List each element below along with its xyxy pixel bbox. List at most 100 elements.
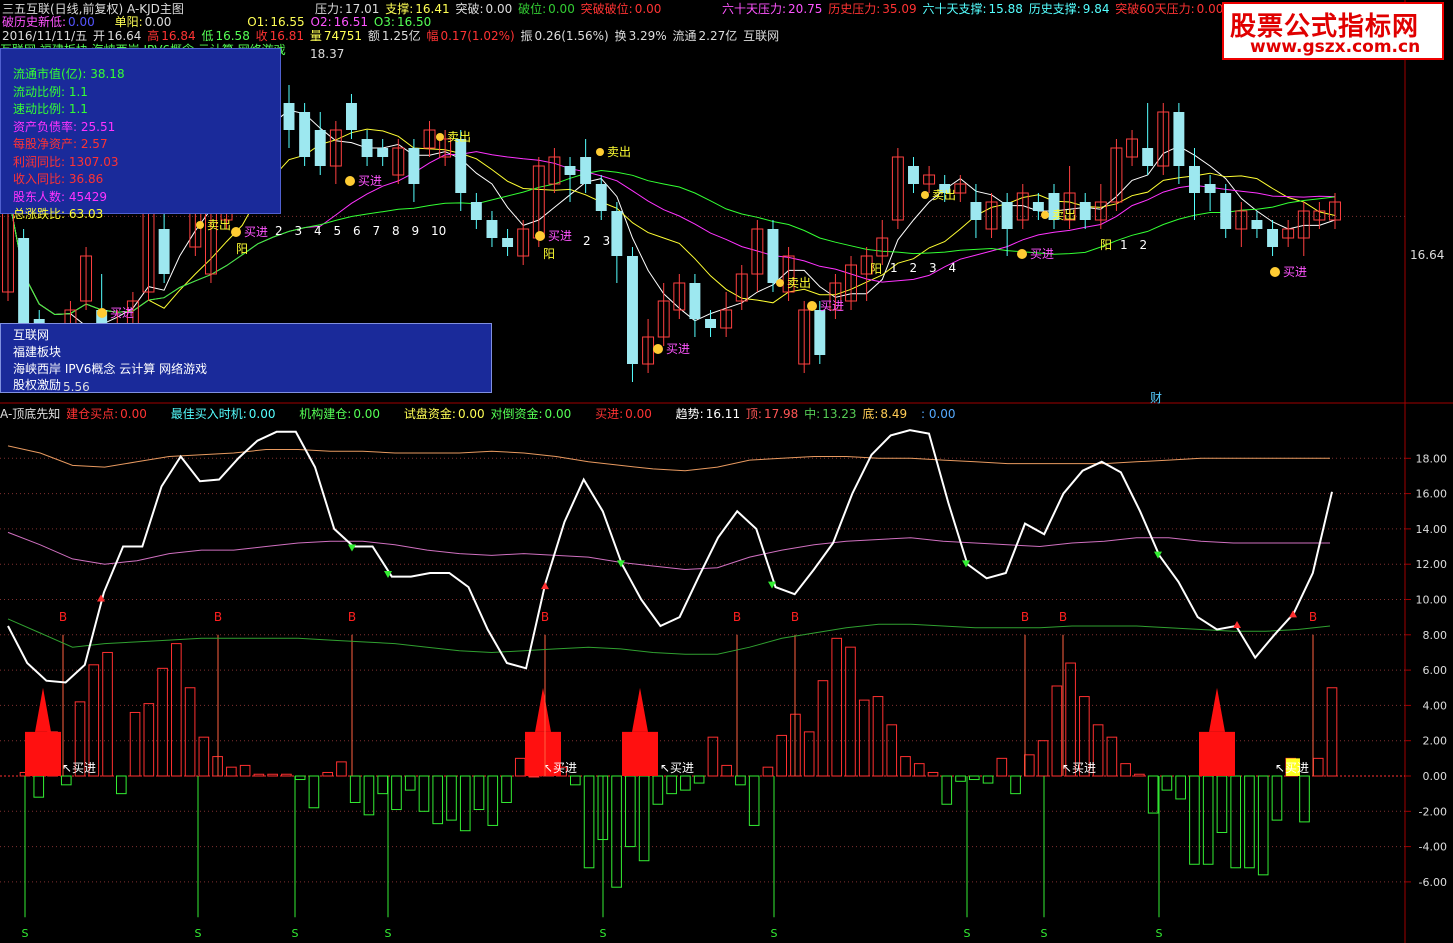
day-count-label: 1 [890,261,898,275]
histogram-bar [900,756,911,777]
breakpos-value: 0.00 [548,2,575,16]
histogram-bar [611,775,622,888]
money-bag-icon [231,227,241,237]
build-label: 建仓买点: [66,407,119,421]
histogram-bar [1312,757,1324,777]
histogram-bar [404,775,416,791]
histogram-bar [514,757,526,777]
day-count-label: 2 [275,224,283,238]
histogram-bar [143,703,155,777]
finance-marker[interactable]: 财 [1150,389,1162,406]
sell-signal-label: 卖出 [787,276,811,290]
histogram-bar [776,734,787,777]
histogram-bar [762,766,774,777]
indicator-buy-label: ↖买进 [1275,761,1309,775]
trend-line [7,429,1333,684]
hedge-value: 0.00 [544,407,572,421]
histogram-bar [322,771,333,777]
s-signal-label: S [600,927,607,940]
b-signal-label: B [1021,610,1029,624]
histogram-bar [955,775,966,782]
histogram-bar [473,775,485,811]
yang-label: 阳 [236,242,248,256]
indicator-buy-label: ↖买进 [543,761,577,775]
up-arrow-icon [1289,610,1297,618]
yang-label: 阳 [870,262,882,276]
y-axis-tick-label: 12.00 [1416,558,1448,571]
break-value: 0.00 [485,2,513,16]
histogram-bar [102,651,113,777]
best-label: 最佳买入时机: [170,407,247,421]
sell-runner-icon [436,133,444,141]
breakbreak-value: 0.00 [634,2,662,16]
hist-support-label: 历史支撑: [1028,2,1081,16]
histogram-bar [1065,662,1076,777]
y-axis-tick-label: 0.00 [1423,770,1448,783]
candle-body [1079,202,1091,220]
concept-box-line-3: 海峡西岸 IPV6概念 云计算 网络游戏 [13,362,208,376]
hist-support-value: 9.84 [1082,2,1110,16]
sell-signal-label: 卖出 [932,188,956,202]
histogram-bar [693,775,705,784]
build-spike [1209,687,1225,732]
sell-runner-icon [921,191,929,199]
histogram-bar [1189,775,1200,865]
fundamentals-panel: 流通市值(亿): 38.18 流动比例: 1.1 速动比例: 1.1 资产负债率: 2… [0,48,281,221]
histogram-bar [1037,740,1049,777]
candle-body [361,139,373,157]
candle-body [455,139,467,193]
histogram-bar [171,643,182,777]
histogram-bar [1216,775,1228,833]
fundamental-item: 每股净资产: 2.57 [13,137,108,151]
day-count-label: 4 [314,224,322,238]
day-count-label: 3 [603,234,611,248]
sell-signal-label: 卖出 [607,145,631,159]
histogram-bar [294,775,306,781]
buy-signal-label: 买进 [358,174,382,188]
histogram-bar [941,775,953,805]
histogram-bar [638,775,650,862]
histogram-bar [886,724,898,777]
histogram-bar [253,773,265,777]
histogram-bar [1299,775,1310,823]
candle-body [1251,220,1263,229]
buy-label: 买进: [595,407,624,421]
candle-body [814,310,826,355]
histogram-bar [528,775,540,778]
histogram-bar [845,646,856,777]
y-axis-tick-label: 4.00 [1423,699,1448,712]
histogram-bar [1051,685,1063,777]
b-signal-label: B [541,610,549,624]
build-block [25,731,61,776]
histogram-bar [226,766,237,777]
up-arrow-icon [1233,620,1241,628]
fundamental-item: 速动比例: 1.1 [13,102,88,116]
candle-body [705,319,716,328]
candle-body [486,220,498,238]
histogram-bar [1244,775,1255,869]
day-count-label: 10 [431,224,446,238]
indicator-tail: : 0.00 [920,407,956,421]
money-bag-icon [653,344,663,354]
y-axis-tick-label: -6.00 [1419,876,1447,889]
breakbreak-label: 突破破位: [580,2,633,16]
yang-label: 阳 [543,247,555,261]
amp-value: 0.26(1.56%) [534,29,609,43]
float-label: 流通 [672,29,697,43]
candle-body [908,166,919,184]
y-axis-tick-label: 8.00 [1423,629,1448,642]
money-bag-icon [1017,249,1027,259]
concept-box-line-2: 福建板块 [13,345,62,359]
histogram-bar [281,773,292,777]
sector-label: 互联网 [743,29,780,43]
histogram-bar [1106,736,1118,777]
candle-body [595,184,607,211]
price-axis-label: 16.64 [1410,248,1445,262]
b60-value: 0.00 [1196,2,1224,16]
histogram-bar [1024,754,1035,777]
amp-label: 振 [520,29,533,43]
candle-body [1001,202,1013,229]
up-arrow-icon [541,582,549,590]
price-high-label: 18.37 [310,47,345,61]
histogram-bar [1147,775,1159,814]
